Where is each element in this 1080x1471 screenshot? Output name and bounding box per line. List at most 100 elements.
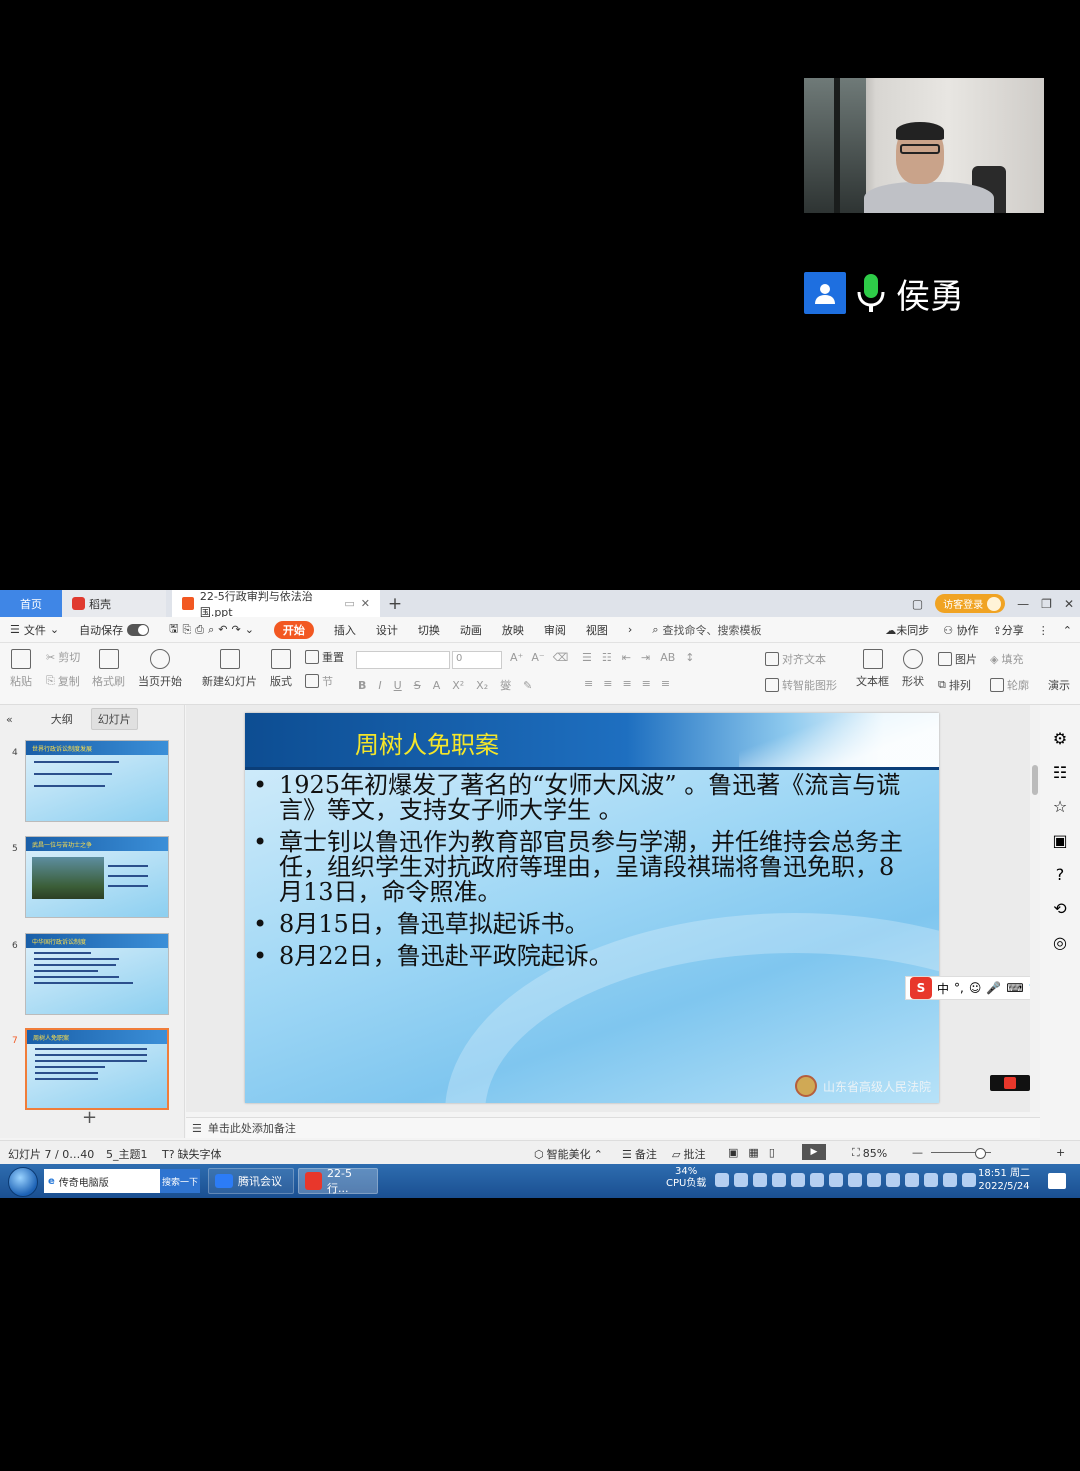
slide-thumbnail-selected[interactable]: 周树人免职案 bbox=[25, 1028, 169, 1110]
tab-home[interactable]: 首页 bbox=[0, 590, 62, 617]
tray-icon[interactable] bbox=[734, 1173, 748, 1187]
search-go-button[interactable]: 搜索一下 bbox=[160, 1169, 200, 1193]
keyboard-icon[interactable]: ⌨ bbox=[1006, 981, 1023, 995]
more-icon[interactable]: ⋮ bbox=[1038, 624, 1049, 637]
format-painter-button[interactable]: 格式刷 bbox=[92, 649, 125, 689]
tray-icon[interactable] bbox=[905, 1173, 919, 1187]
print-icon[interactable]: ⎙ bbox=[195, 623, 204, 637]
zoom-out-icon[interactable]: — bbox=[912, 1146, 923, 1159]
outline-button[interactable]: 轮廓 bbox=[990, 677, 1029, 693]
close-tab-icon[interactable]: ✕ bbox=[361, 597, 370, 610]
window-layout-icon[interactable]: ▢ bbox=[912, 597, 923, 611]
volume-icon[interactable] bbox=[962, 1173, 976, 1187]
menu-tab-animation[interactable]: 动画 bbox=[460, 622, 482, 638]
align-left-icon[interactable]: ≡ bbox=[584, 677, 593, 690]
tray-icon[interactable] bbox=[772, 1173, 786, 1187]
italic-icon[interactable]: I bbox=[378, 679, 381, 692]
save-icon[interactable]: 🖫 bbox=[169, 620, 178, 639]
system-clock[interactable]: 18:51 周二 2022/5/24 bbox=[978, 1167, 1030, 1193]
collapse-pane-icon[interactable]: « bbox=[6, 713, 13, 726]
file-menu[interactable]: ☰ 文件 ⌄ bbox=[10, 622, 59, 638]
new-slide-button[interactable]: 新建幻灯片 bbox=[202, 649, 257, 689]
font-size-select[interactable]: 0 bbox=[452, 651, 502, 669]
tray-icon[interactable] bbox=[886, 1173, 900, 1187]
zoom-control[interactable]: ⛶ 85% bbox=[852, 1146, 887, 1160]
menu-tab-insert[interactable]: 插入 bbox=[334, 622, 356, 638]
toggle-switch-icon[interactable] bbox=[127, 623, 150, 636]
command-search[interactable]: ⌕ 查找命令、搜索模板 bbox=[652, 622, 761, 638]
unsynced-button[interactable]: ☁未同步 bbox=[885, 622, 929, 638]
font-name-select[interactable] bbox=[356, 651, 450, 669]
clear-format-icon[interactable]: ⌫ bbox=[553, 651, 569, 664]
theme-name[interactable]: 5_主题1 bbox=[106, 1146, 148, 1162]
slide-thumbnail[interactable]: 武昌一位与苦功士之争 bbox=[25, 836, 169, 918]
start-button[interactable] bbox=[8, 1167, 38, 1197]
tab-outline[interactable]: 大纲 bbox=[51, 711, 73, 727]
slide-title[interactable]: 周树人免职案 bbox=[355, 725, 499, 760]
menu-tab-design[interactable]: 设计 bbox=[376, 622, 398, 638]
slide-thumbnail-row[interactable]: 6 中华国行政诉讼制度 bbox=[0, 933, 185, 1019]
help-icon[interactable]: ? bbox=[1056, 865, 1065, 884]
tab-document[interactable]: 22-5行政审判与依法治国.ppt ▭ ✕ bbox=[172, 590, 380, 619]
redo-icon[interactable]: ↷ bbox=[231, 623, 240, 636]
tray-icon[interactable] bbox=[810, 1173, 824, 1187]
punctuation-icon[interactable]: °, bbox=[954, 981, 964, 995]
shape-button[interactable]: 形状 bbox=[902, 649, 924, 689]
property-icon[interactable]: ☷ bbox=[1053, 763, 1067, 782]
vertical-scrollbar[interactable] bbox=[1030, 705, 1040, 1112]
voice-icon[interactable]: 🎤 bbox=[986, 981, 1001, 995]
align-text-button[interactable]: 对齐文本 bbox=[765, 651, 826, 667]
autosave-toggle[interactable]: 自动保存 bbox=[79, 622, 150, 638]
tray-icon[interactable] bbox=[867, 1173, 881, 1187]
add-slide-button[interactable]: + bbox=[82, 1107, 97, 1128]
menu-tab-slideshow[interactable]: 放映 bbox=[502, 622, 524, 638]
numbering-icon[interactable]: ☷ bbox=[602, 651, 612, 664]
line-spacing-icon[interactable]: ↕ bbox=[685, 651, 694, 664]
tab-daoke[interactable]: 稻壳 bbox=[62, 590, 166, 617]
taskbar-wps[interactable]: 22-5行... bbox=[298, 1167, 378, 1195]
sorter-view-icon[interactable]: ▦ bbox=[748, 1146, 758, 1159]
slide-thumbnail[interactable]: 世界行政诉讼制度发展 bbox=[25, 740, 169, 822]
network-icon[interactable] bbox=[943, 1173, 957, 1187]
tab-slides[interactable]: 幻灯片 bbox=[90, 708, 138, 730]
present-button[interactable]: 演示 bbox=[1048, 677, 1070, 693]
ime-mini-icon[interactable] bbox=[990, 1075, 1030, 1091]
zoom-track[interactable] bbox=[931, 1148, 991, 1159]
export-icon[interactable]: ⎘ bbox=[182, 623, 191, 637]
arrange-button[interactable]: ⧉ 排列 bbox=[938, 677, 971, 693]
reading-view-icon[interactable]: ▯ bbox=[769, 1146, 775, 1159]
tray-icon[interactable] bbox=[848, 1173, 862, 1187]
beautify-button[interactable]: ⬡ 智能美化 ⌃ bbox=[534, 1146, 603, 1162]
indent-increase-icon[interactable]: ⇥ bbox=[641, 651, 650, 664]
collapse-ribbon-icon[interactable]: ⌃ bbox=[1063, 624, 1072, 637]
slide-thumbnail-row[interactable]: 4 世界行政诉讼制度发展 bbox=[0, 740, 185, 826]
layout-button[interactable]: 版式 bbox=[270, 649, 292, 689]
star-icon[interactable]: ☆ bbox=[1053, 797, 1067, 816]
undo-icon[interactable]: ↶ bbox=[218, 623, 227, 636]
smart-shape-button[interactable]: 转智能图形 bbox=[765, 677, 837, 693]
font-shrink-icon[interactable]: A⁻ bbox=[531, 651, 544, 664]
bluetooth-icon[interactable] bbox=[791, 1173, 805, 1187]
slide-thumbnail-row-selected[interactable]: 7 周树人免职案 bbox=[0, 1028, 185, 1114]
zoom-in-icon[interactable]: + bbox=[1056, 1146, 1065, 1159]
notes-area[interactable]: ☰ 单击此处添加备注 bbox=[186, 1117, 1040, 1138]
section-button[interactable]: 节 bbox=[305, 673, 333, 689]
copy-button[interactable]: ⎘ 复制 bbox=[46, 673, 80, 689]
close-window-icon[interactable]: ✕ bbox=[1064, 597, 1074, 611]
fit-icon[interactable]: ⛶ bbox=[852, 1146, 860, 1160]
subscript-icon[interactable]: X₂ bbox=[476, 679, 488, 692]
preview-icon[interactable]: ⌕ bbox=[208, 623, 214, 637]
location-icon[interactable]: ◎ bbox=[1053, 933, 1067, 952]
font-grow-icon[interactable]: A⁺ bbox=[510, 651, 523, 664]
taskbar-tencent-meeting[interactable]: 腾讯会议 bbox=[208, 1168, 294, 1194]
bullet-item[interactable]: 章士钊以鲁迅作为教育部官员参与学潮，并任维持会总务主任，组织学生对抗政府等理由，… bbox=[253, 830, 913, 905]
slide-canvas[interactable]: 周树人免职案 1925年初爆发了著名的“女师大风波” 。鲁迅著《流言与谎言》等文… bbox=[186, 705, 1040, 1112]
bullet-item[interactable]: 8月15日，鲁迅草拟起诉书。 bbox=[253, 912, 913, 938]
menu-tab-review[interactable]: 审阅 bbox=[544, 622, 566, 638]
paste-button[interactable]: 粘贴 bbox=[10, 649, 32, 689]
menu-tab-view[interactable]: 视图 bbox=[586, 622, 608, 638]
align-right-icon[interactable]: ≡ bbox=[622, 677, 631, 690]
speaker-video[interactable] bbox=[804, 78, 1044, 213]
bullets-icon[interactable]: ☰ bbox=[582, 651, 592, 664]
browser-search-box[interactable]: e 传奇电脑版 搜索一下 bbox=[44, 1169, 200, 1193]
